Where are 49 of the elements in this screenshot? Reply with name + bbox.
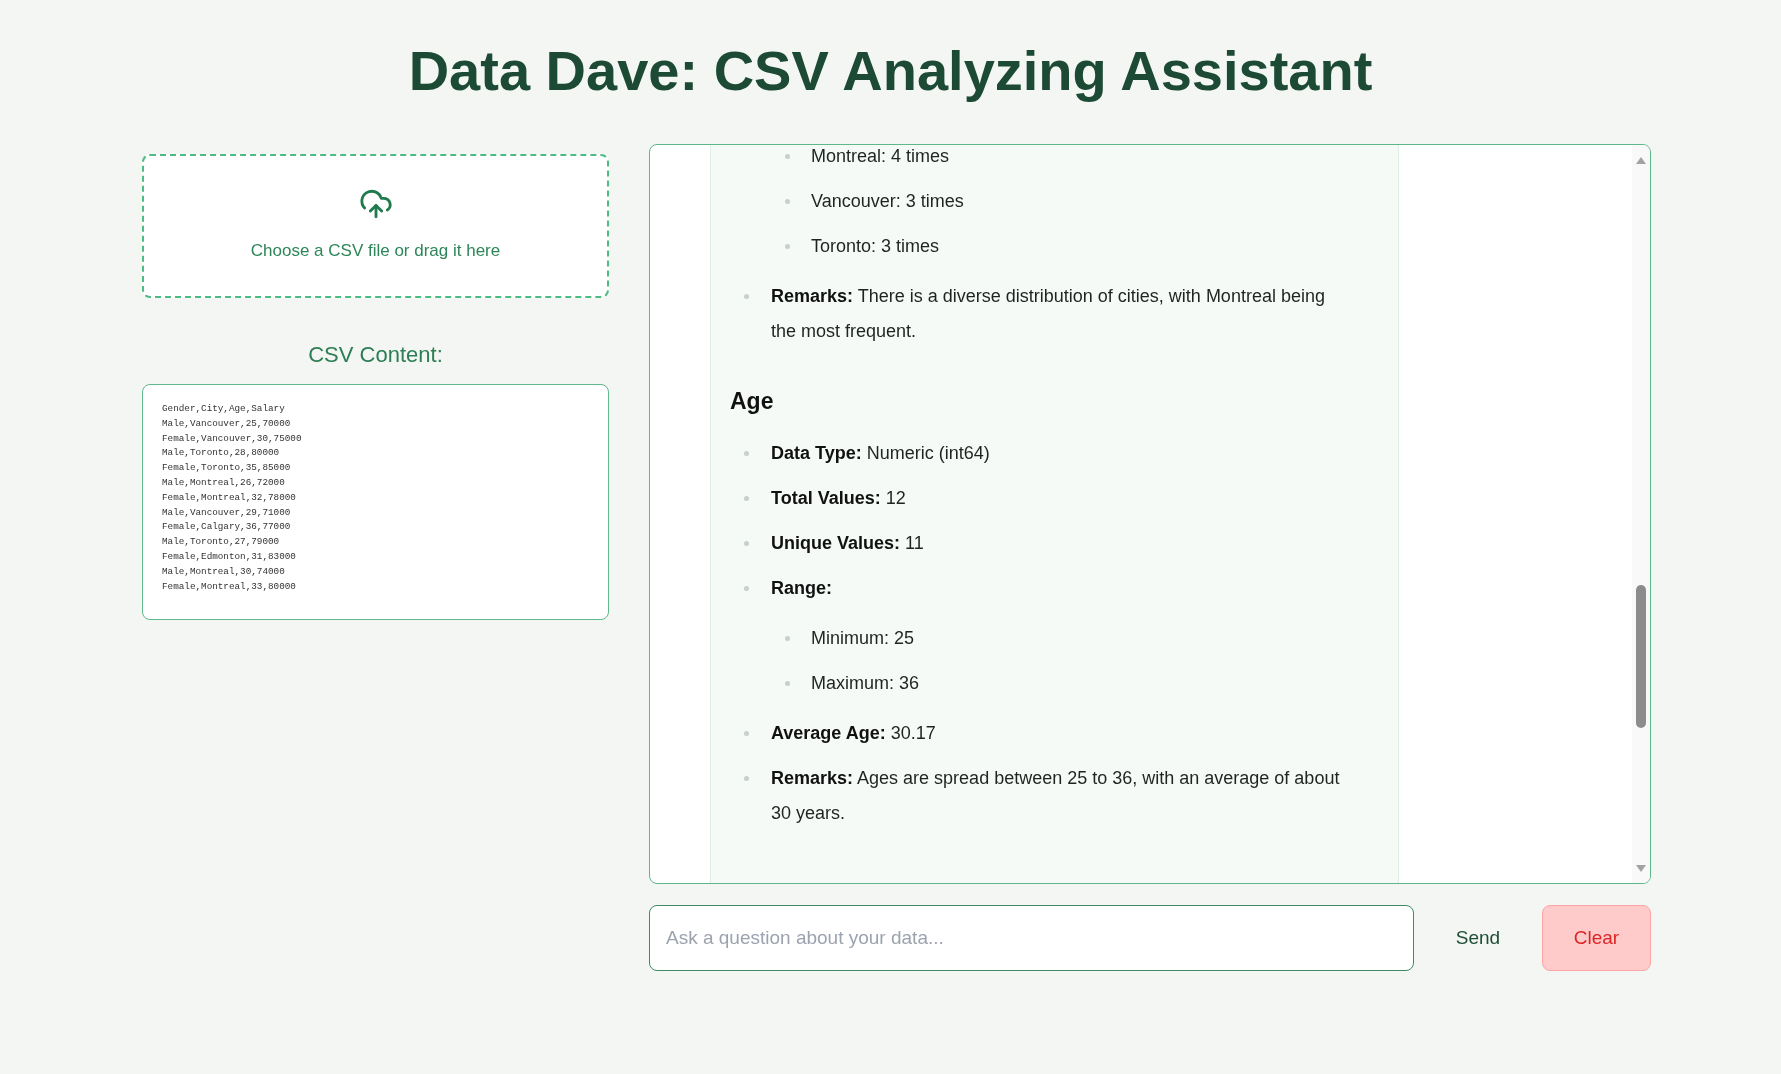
send-button[interactable]: Send (1427, 905, 1529, 971)
list-item-text: Unique Values: 11 (771, 532, 924, 555)
scrollbar-thumb[interactable] (1636, 585, 1646, 728)
csv-line: Male,Toronto,28,80000 (162, 446, 280, 461)
scroll-up-icon[interactable] (1636, 157, 1646, 164)
clear-button[interactable]: Clear (1542, 905, 1651, 971)
list-item-text: Remarks: There is a diverse distribution of cities, with Montreal being the most frequent. (771, 285, 1326, 343)
scroll-down-icon[interactable] (1636, 865, 1646, 872)
csv-line: Female,Toronto,35,85000 (162, 461, 291, 476)
csv-content-heading: CSV Content: (308, 341, 443, 369)
bullet-icon (785, 244, 790, 249)
bullet-icon (785, 681, 790, 686)
bullet-icon (744, 731, 749, 736)
list-item-text: Total Values: 12 (771, 487, 906, 510)
csv-line: Male,Montreal,30,74000 (162, 564, 285, 579)
bullet-icon (744, 451, 749, 456)
list-item-text: Maximum: 36 (811, 672, 920, 695)
csv-line: Female,Vancouver,30,75000 (162, 431, 302, 446)
list-item-text: Average Age: 30.17 (771, 722, 936, 745)
upload-cloud-icon (358, 187, 393, 221)
csv-line: Male,Vancouver,29,71000 (162, 505, 291, 520)
bullet-icon (744, 586, 749, 591)
csv-line: Male,Montreal,26,72000 (162, 476, 285, 490)
page-title: Data Dave: CSV Analyzing Assistant (408, 38, 1373, 103)
csv-line: Male,Toronto,27,79000 (162, 535, 280, 550)
bullet-icon (785, 636, 790, 641)
question-input[interactable]: Ask a question about your data... (649, 905, 1414, 971)
bullet-icon (785, 154, 790, 159)
scrollbar-track[interactable] (1632, 145, 1650, 883)
bullet-icon (744, 294, 749, 299)
csv-line: Female,Montreal,33,80000 (162, 579, 296, 594)
list-item-text: Montreal: 4 times (811, 145, 950, 168)
list-item-text: Vancouver: 3 times (811, 190, 964, 213)
list-item-text: Remarks: Ages are spread between 25 to 36, with an average of about 30 years. (771, 767, 1341, 825)
list-item-text: Range: (771, 577, 832, 600)
csv-line: Male,Vancouver,25,70000 (162, 416, 291, 431)
list-item-text: Minimum: 25 (811, 627, 915, 650)
bullet-icon (744, 496, 749, 501)
list-item-text: Data Type: Numeric (int64) (771, 442, 990, 465)
csv-line: Female,Calgary,36,77000 (162, 520, 291, 535)
section-heading: Age (730, 387, 774, 416)
csv-line: Female,Edmonton,31,83000 (162, 549, 296, 564)
list-item-text: Toronto: 3 times (811, 235, 940, 258)
bullet-icon (744, 776, 749, 781)
csv-line: Gender,City,Age,Salary (162, 402, 285, 416)
bullet-icon (785, 199, 790, 204)
file-drop-zone[interactable]: Choose a CSV file or drag it here (142, 154, 609, 298)
bullet-icon (744, 541, 749, 546)
csv-line: Female,Montreal,32,78000 (162, 490, 296, 505)
